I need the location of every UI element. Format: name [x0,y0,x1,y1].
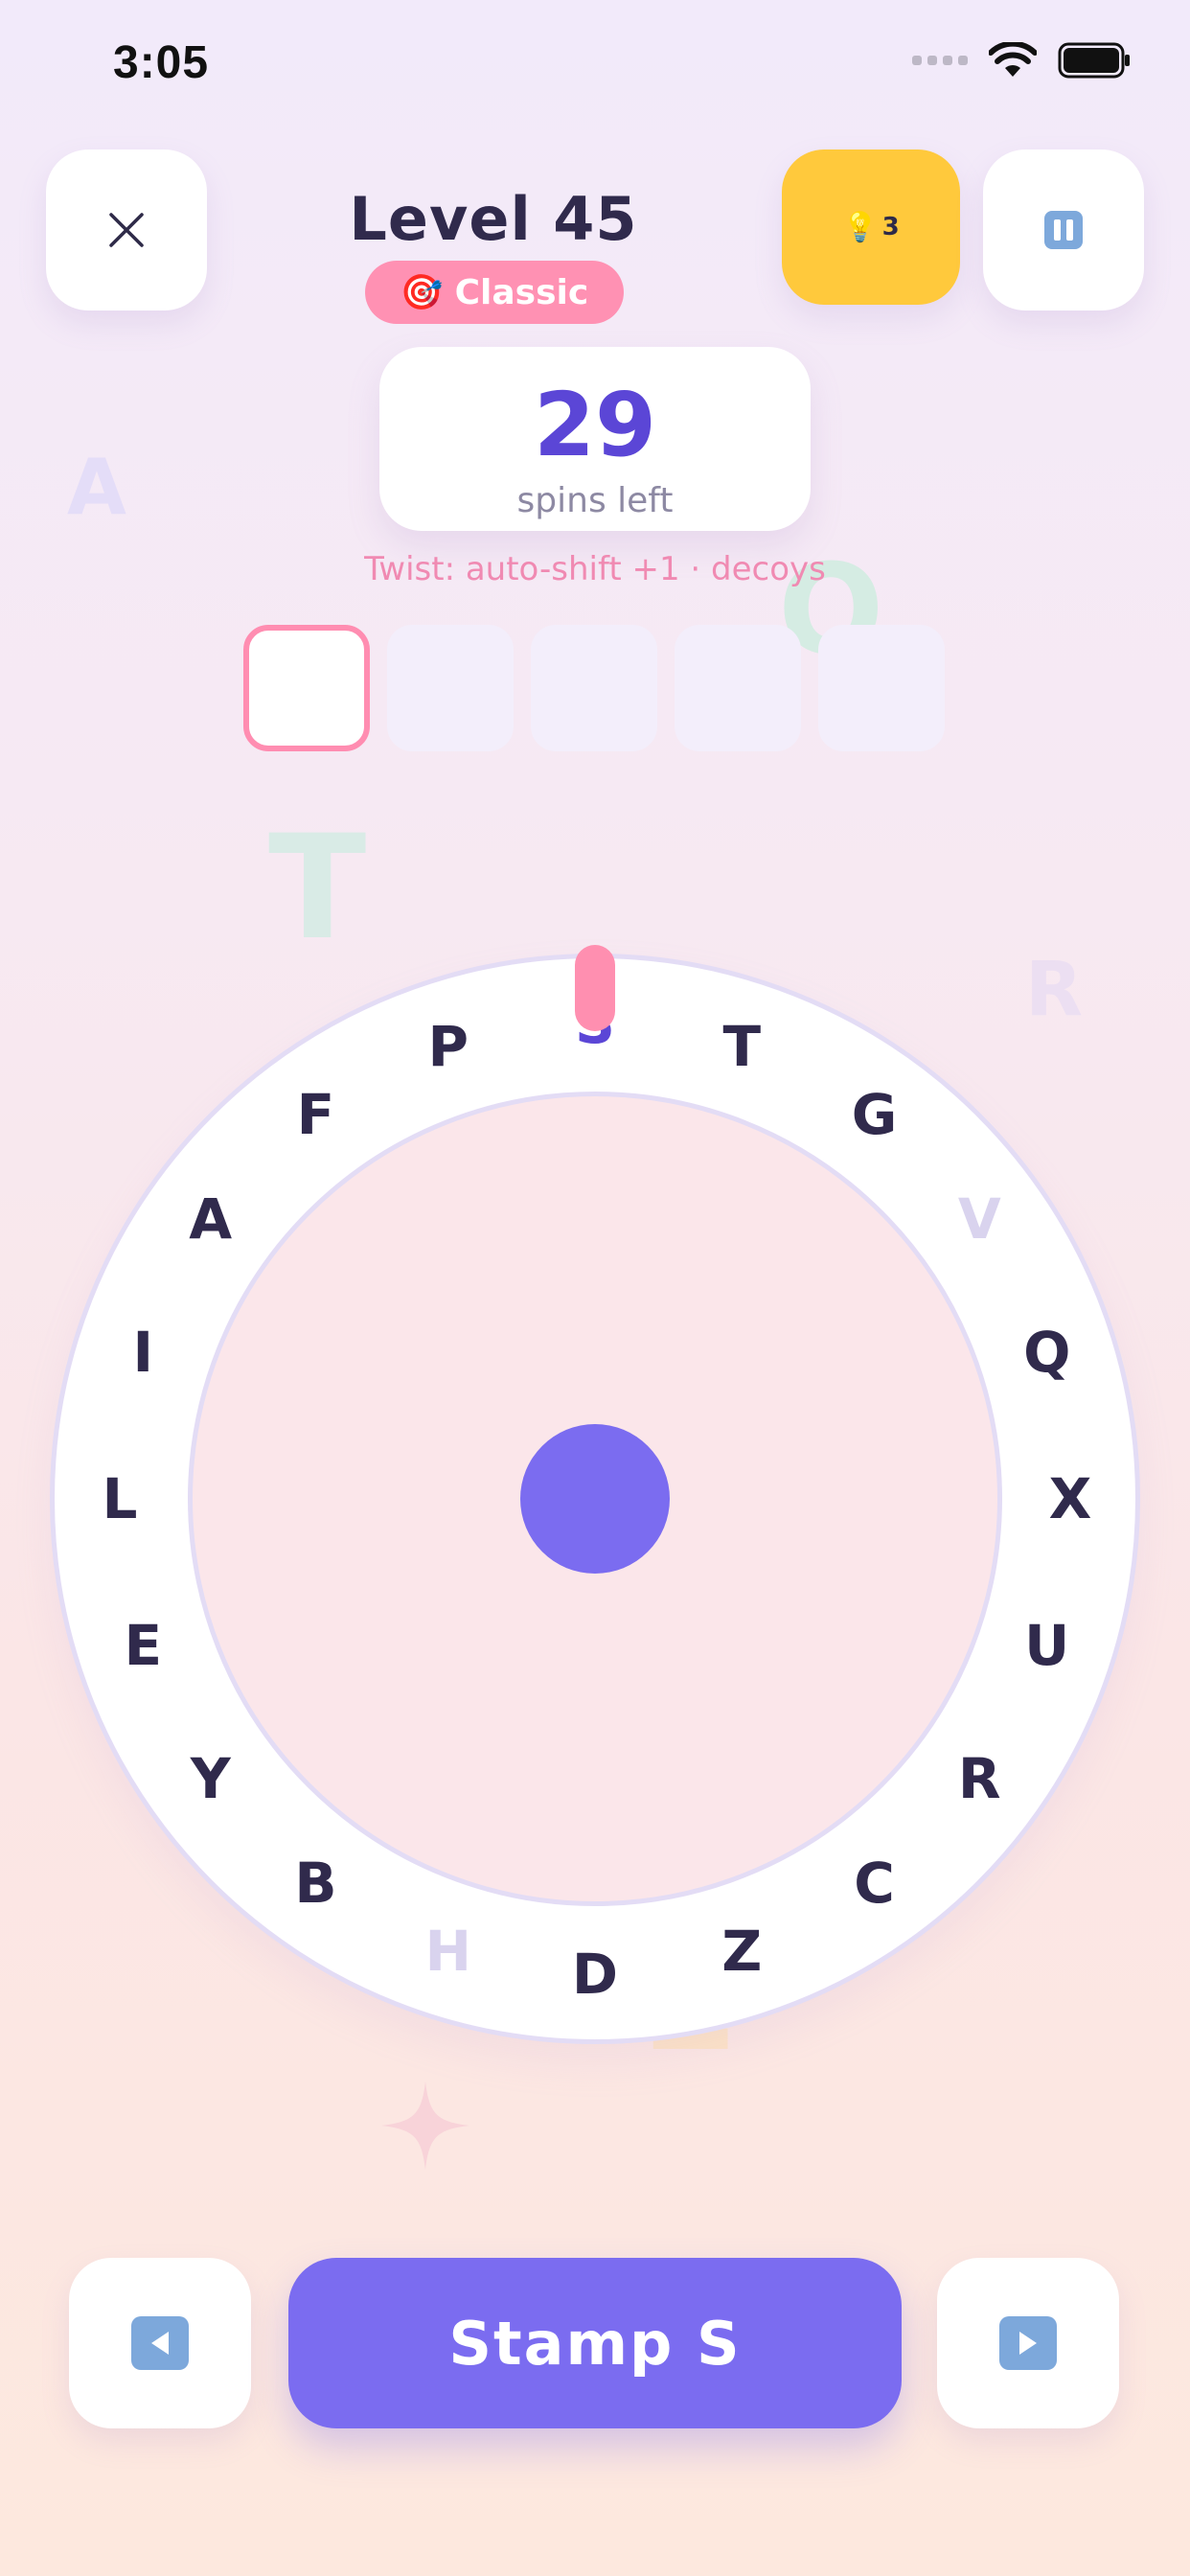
signal-icon [912,56,968,65]
wheel-letter[interactable]: I [104,1314,181,1391]
answer-slot[interactable] [243,625,370,751]
wheel-letter[interactable]: A [172,1181,249,1257]
wheel-letter[interactable]: C [836,1845,913,1921]
wheel-letter[interactable]: P [410,1008,487,1085]
spins-label: spins left [516,481,674,520]
close-icon [109,213,144,247]
wheel-letter[interactable]: T [703,1008,780,1085]
bg-letter: A [67,443,126,532]
stamp-button[interactable]: Stamp S [288,2258,902,2428]
left-arrow-icon [131,2316,189,2370]
wheel-letter[interactable]: F [277,1076,354,1153]
spins-card: 29 spins left [379,347,811,531]
close-button[interactable] [46,150,207,310]
pause-icon [1044,211,1083,249]
target-icon: 🎯 [400,273,444,312]
level-title: Level 45 [349,184,638,254]
mode-label: Classic [454,272,589,312]
lightbulb-icon: 💡 [842,210,879,244]
wifi-icon [989,42,1037,77]
wheel-letter[interactable]: U [1009,1607,1086,1684]
wheel-letter[interactable]: H [410,1913,487,1990]
prev-button[interactable] [69,2258,251,2428]
spins-count: 29 [533,374,657,476]
hint-count: 3 [881,213,900,242]
twist-text: Twist: auto-shift +1 · decoys [364,550,826,588]
wheel-letter[interactable]: L [81,1460,158,1537]
status-icons [912,42,1133,79]
next-button[interactable] [937,2258,1119,2428]
right-arrow-icon [999,2316,1057,2370]
wheel-letter[interactable]: E [104,1607,181,1684]
answer-slot[interactable] [387,625,514,751]
status-time: 3:05 [113,37,210,88]
spin-hub-button[interactable] [520,1424,670,1574]
hint-button[interactable]: 💡 3 [782,150,960,305]
answer-slot[interactable] [531,625,657,751]
answer-slot[interactable] [818,625,945,751]
wheel-letter[interactable]: G [836,1076,913,1153]
wheel-letter[interactable]: D [557,1936,633,2012]
wheel-letter[interactable]: Y [172,1740,249,1817]
mode-badge: 🎯 Classic [365,261,624,324]
bg-letter: R [1025,947,1084,1033]
battery-icon [1058,42,1130,79]
pause-button[interactable] [983,150,1144,310]
wheel-pointer [575,945,615,1031]
wheel-letter[interactable]: V [941,1181,1018,1257]
bg-letter: T [268,805,367,972]
sparkle-icon [381,2082,469,2170]
wheel-letter[interactable]: X [1032,1460,1109,1537]
answer-slot[interactable] [675,625,801,751]
wheel-letter[interactable]: Q [1009,1314,1086,1391]
wheel-letter[interactable]: B [277,1845,354,1921]
wheel-letter[interactable]: Z [703,1913,780,1990]
wheel-letter[interactable]: R [941,1740,1018,1817]
